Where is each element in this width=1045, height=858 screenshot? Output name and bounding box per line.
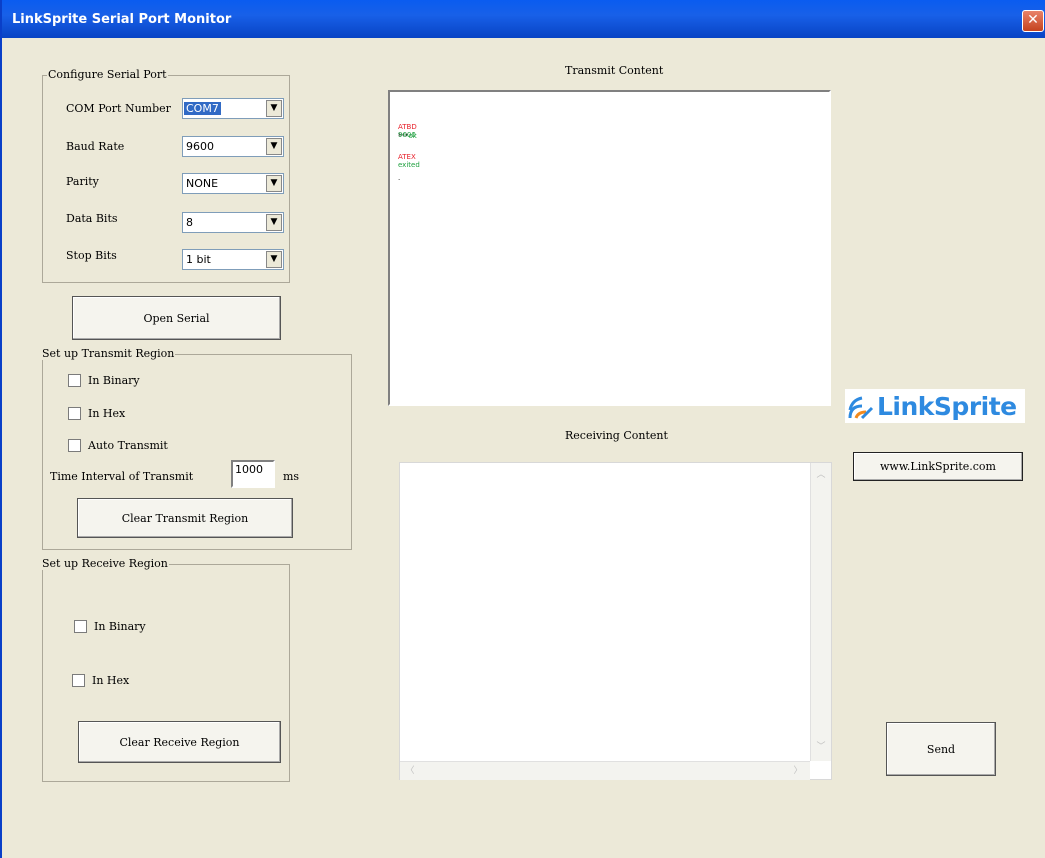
scroll-down-icon[interactable]: ﹀ [813, 739, 829, 755]
website-button[interactable]: www.LinkSprite.com [853, 452, 1023, 481]
receiving-content-heading: Receiving Content [565, 429, 668, 442]
parity-select[interactable]: NONE ▼ [182, 173, 284, 194]
scroll-left-icon[interactable]: 〈 [402, 763, 418, 779]
title-bar[interactable]: LinkSprite Serial Port Monitor ✕ [2, 0, 1045, 38]
transmit-line: . [398, 174, 401, 182]
transmit-content-area[interactable]: ***ok ATBD 9600 ATEX exited . [388, 90, 831, 406]
transmit-content-heading: Transmit Content [565, 64, 664, 77]
transmit-line: exited [398, 161, 420, 169]
window-title: LinkSprite Serial Port Monitor [12, 12, 232, 27]
interval-label: Time Interval of Transmit [50, 470, 194, 483]
close-button[interactable]: ✕ [1022, 10, 1044, 32]
receive-setup-legend: Set up Receive Region [41, 557, 169, 570]
send-button[interactable]: Send [886, 722, 996, 776]
data-bits-value: 8 [186, 216, 193, 229]
chevron-down-icon[interactable]: ▼ [266, 175, 282, 192]
transmit-hex-checkbox[interactable] [68, 407, 81, 420]
parity-label: Parity [66, 175, 99, 188]
stop-bits-label: Stop Bits [66, 249, 117, 262]
logo-text: LinkSprite [877, 392, 1017, 421]
transmit-binary-checkbox[interactable] [68, 374, 81, 387]
receive-hex-label: In Hex [92, 674, 130, 687]
auto-transmit-checkbox[interactable] [68, 439, 81, 452]
open-serial-button[interactable]: Open Serial [72, 296, 281, 340]
receive-hex-checkbox[interactable] [72, 674, 85, 687]
auto-transmit-label: Auto Transmit [88, 439, 168, 452]
transmit-line: ATBD [398, 123, 417, 131]
interval-input[interactable]: 1000 [231, 460, 275, 488]
stop-bits-value: 1 bit [186, 253, 211, 266]
open-serial-label: Open Serial [143, 311, 210, 325]
wave-icon [848, 396, 874, 420]
website-label: www.LinkSprite.com [879, 460, 996, 473]
transmit-setup-legend: Set up Transmit Region [41, 347, 176, 360]
linksprite-logo: LinkSprite [845, 389, 1025, 423]
baud-rate-label: Baud Rate [66, 140, 125, 153]
transmit-line: 9600 [398, 131, 416, 139]
baud-rate-value: 9600 [186, 140, 214, 153]
scroll-up-icon[interactable]: ︿ [813, 467, 829, 483]
baud-rate-select[interactable]: 9600 ▼ [182, 136, 284, 157]
chevron-down-icon[interactable]: ▼ [266, 251, 282, 268]
clear-receive-label: Clear Receive Region [119, 735, 240, 749]
configure-serial-port-legend: Configure Serial Port [47, 68, 168, 81]
data-bits-label: Data Bits [66, 212, 118, 225]
interval-unit: ms [283, 470, 300, 483]
app-window: LinkSprite Serial Port Monitor ✕ Configu… [0, 0, 1045, 858]
send-label: Send [926, 742, 956, 756]
stop-bits-select[interactable]: 1 bit ▼ [182, 249, 284, 270]
receive-binary-label: In Binary [94, 620, 146, 633]
receive-horizontal-scrollbar[interactable]: 〈 〉 [400, 761, 810, 780]
chevron-down-icon[interactable]: ▼ [266, 138, 282, 155]
chevron-down-icon[interactable]: ▼ [266, 100, 282, 117]
receive-vertical-scrollbar[interactable]: ︿ ﹀ [810, 463, 831, 761]
com-port-label: COM Port Number [66, 102, 171, 115]
transmit-binary-label: In Binary [88, 374, 140, 387]
clear-receive-button[interactable]: Clear Receive Region [78, 721, 281, 763]
clear-transmit-button[interactable]: Clear Transmit Region [77, 498, 293, 538]
transmit-hex-label: In Hex [88, 407, 126, 420]
receive-binary-checkbox[interactable] [74, 620, 87, 633]
clear-transmit-label: Clear Transmit Region [121, 511, 249, 525]
interval-value: 1000 [235, 463, 263, 476]
com-port-value: COM7 [184, 102, 221, 115]
close-icon: ✕ [1027, 12, 1039, 28]
data-bits-select[interactable]: 8 ▼ [182, 212, 284, 233]
parity-value: NONE [186, 177, 219, 190]
receiving-content-area[interactable]: ︿ ﹀ 〈 〉 [399, 462, 832, 780]
chevron-down-icon[interactable]: ▼ [266, 214, 282, 231]
scroll-right-icon[interactable]: 〉 [790, 763, 806, 779]
com-port-select[interactable]: COM7 ▼ [182, 98, 284, 119]
transmit-line: ATEX [398, 153, 416, 161]
